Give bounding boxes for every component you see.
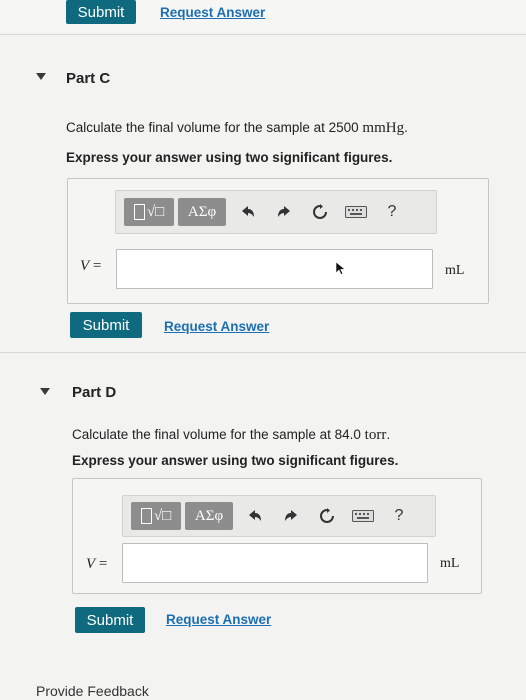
part-d-question: Calculate the final volume for the sampl… (72, 427, 390, 444)
redo-icon[interactable] (266, 198, 302, 226)
mouse-cursor-icon (336, 262, 346, 275)
part-d-variable: V (86, 556, 96, 572)
part-c-variable: V (80, 258, 90, 274)
submit-button-previous[interactable]: Submit (66, 0, 136, 24)
template-label: √□ (153, 507, 172, 524)
help-icon[interactable]: ? (374, 198, 410, 226)
keyboard-icon[interactable] (345, 502, 381, 530)
part-c-instruction: Express your answer using two significan… (66, 150, 393, 165)
template-box-icon (140, 508, 152, 524)
template-button-part-d[interactable]: √□ (131, 502, 181, 530)
greek-symbols-button-part-c[interactable]: ΑΣφ (178, 198, 226, 226)
request-answer-link-previous[interactable]: Request Answer (160, 5, 265, 20)
undo-icon[interactable] (237, 502, 273, 530)
part-d-instruction: Express your answer using two significan… (72, 453, 399, 468)
submit-button-part-c[interactable]: Submit (70, 312, 142, 338)
reset-icon[interactable] (309, 502, 345, 530)
part-c-math-toolbar: √□ ΑΣφ ? (115, 190, 437, 234)
keyboard-icon[interactable] (338, 198, 374, 226)
greek-symbols-button-part-d[interactable]: ΑΣφ (185, 502, 233, 530)
template-label: √□ (146, 203, 165, 220)
collapse-caret-icon-part-c[interactable] (36, 73, 46, 80)
part-c-question: Calculate the final volume for the sampl… (66, 120, 408, 137)
request-answer-link-part-d[interactable]: Request Answer (166, 612, 271, 627)
provide-feedback-link[interactable]: Provide Feedback (36, 683, 149, 699)
part-c-title: Part C (66, 70, 111, 87)
part-c-question-text: Calculate the final volume for the sampl… (66, 120, 363, 135)
section-divider (0, 34, 526, 35)
part-d-unit: mL (440, 556, 460, 571)
part-d-answer-input[interactable] (122, 543, 428, 583)
help-icon[interactable]: ? (381, 502, 417, 530)
section-divider (0, 352, 526, 353)
part-c-answer-input[interactable] (116, 249, 433, 289)
part-c-equals: = (89, 258, 102, 274)
submit-button-part-d[interactable]: Submit (75, 607, 145, 633)
collapse-caret-icon-part-d[interactable] (40, 388, 50, 395)
template-button-part-c[interactable]: √□ (124, 198, 174, 226)
request-answer-link-part-c[interactable]: Request Answer (164, 319, 269, 334)
part-c-question-unit: mmHg (362, 120, 405, 136)
part-d-equals: = (95, 556, 108, 572)
part-c-unit: mL (445, 263, 465, 278)
part-c-question-suffix: . (404, 120, 408, 135)
part-d-variable-label: V = (86, 556, 107, 573)
part-d-question-text: Calculate the final volume for the sampl… (72, 427, 365, 442)
part-d-math-toolbar: √□ ΑΣφ ? (122, 495, 436, 537)
part-c-variable-label: V = (80, 258, 101, 275)
undo-icon[interactable] (230, 198, 266, 226)
part-d-question-unit: torr (364, 427, 387, 443)
part-d-title: Part D (72, 384, 117, 401)
reset-icon[interactable] (302, 198, 338, 226)
part-d-question-suffix: . (386, 427, 391, 442)
template-box-icon (133, 204, 145, 220)
redo-icon[interactable] (273, 502, 309, 530)
